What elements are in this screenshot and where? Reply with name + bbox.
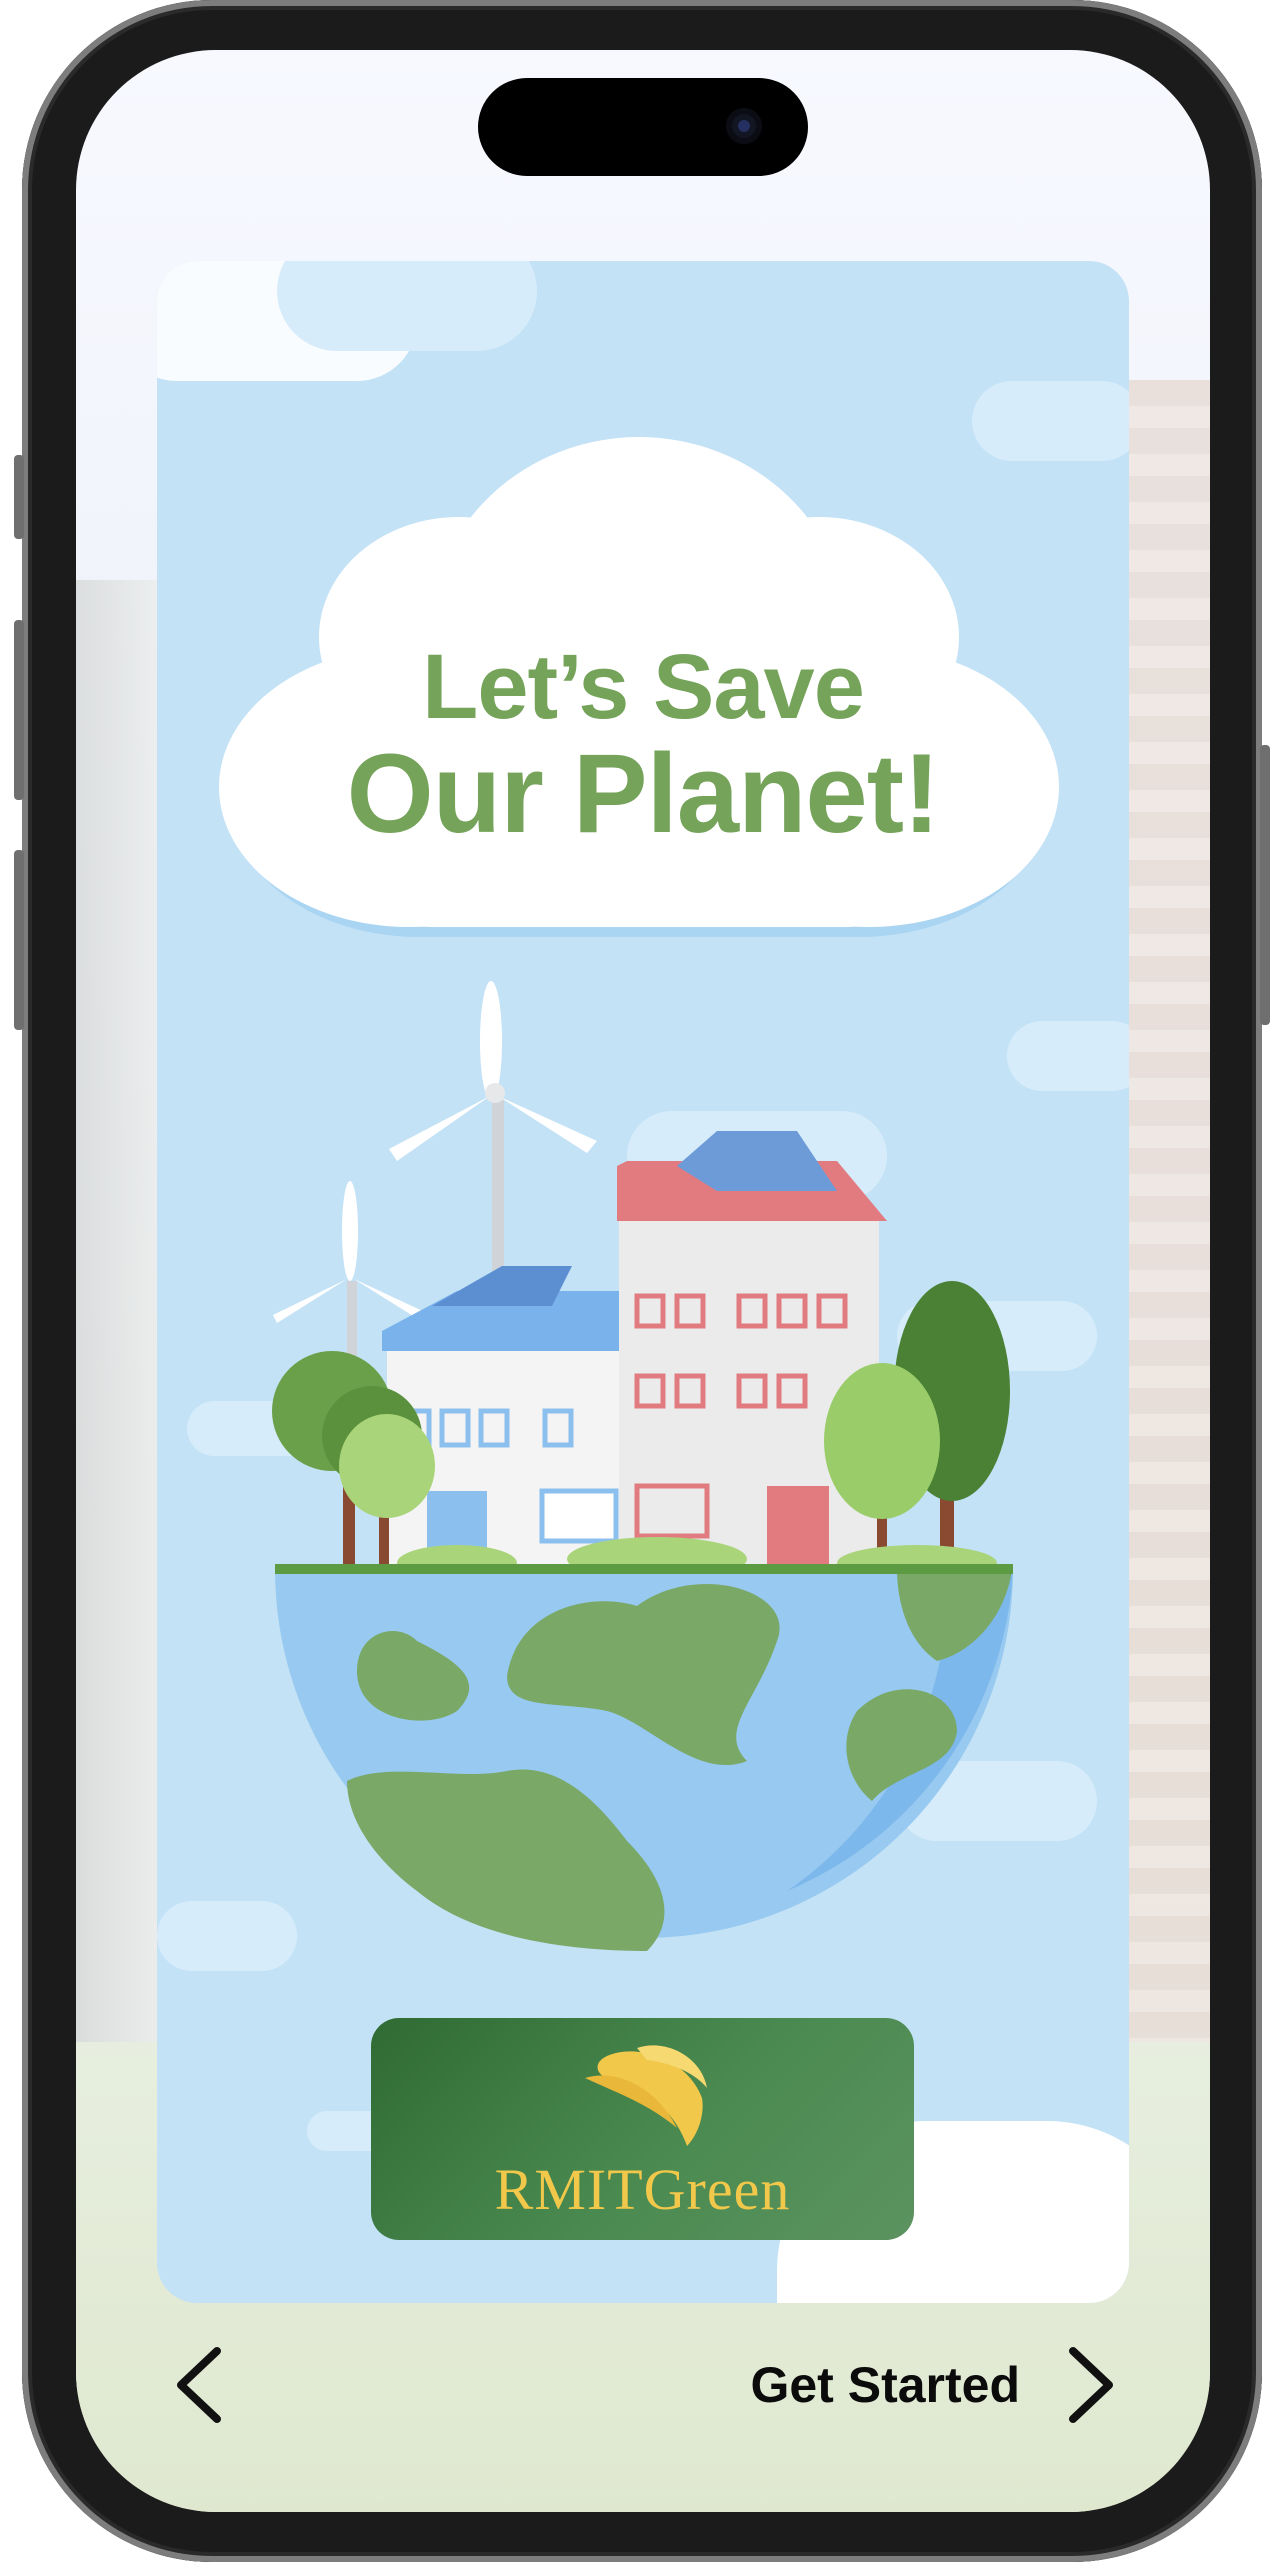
house-right bbox=[617, 1131, 887, 1576]
chevron-left-icon[interactable] bbox=[165, 2345, 235, 2425]
brand-badge: RMITGreen bbox=[371, 2018, 914, 2240]
get-started-button[interactable]: Get Started bbox=[720, 2350, 1020, 2420]
chevron-right-icon[interactable] bbox=[1055, 2345, 1125, 2425]
onboarding-card: Let’s Save Our Planet! RMITGreen bbox=[157, 261, 1129, 2303]
volume-down-button bbox=[14, 850, 24, 1030]
background-building-right bbox=[1124, 380, 1210, 2100]
power-button bbox=[1260, 745, 1270, 1025]
brand-name: RMITGreen bbox=[494, 2157, 791, 2222]
eco-earth-illustration bbox=[272, 981, 1013, 1951]
volume-up-button bbox=[14, 620, 24, 800]
leaf-icon bbox=[585, 2045, 707, 2146]
earth-globe-icon bbox=[275, 1564, 1013, 1951]
background-building-left bbox=[76, 580, 162, 2070]
action-button bbox=[14, 455, 24, 539]
front-camera bbox=[726, 108, 762, 144]
